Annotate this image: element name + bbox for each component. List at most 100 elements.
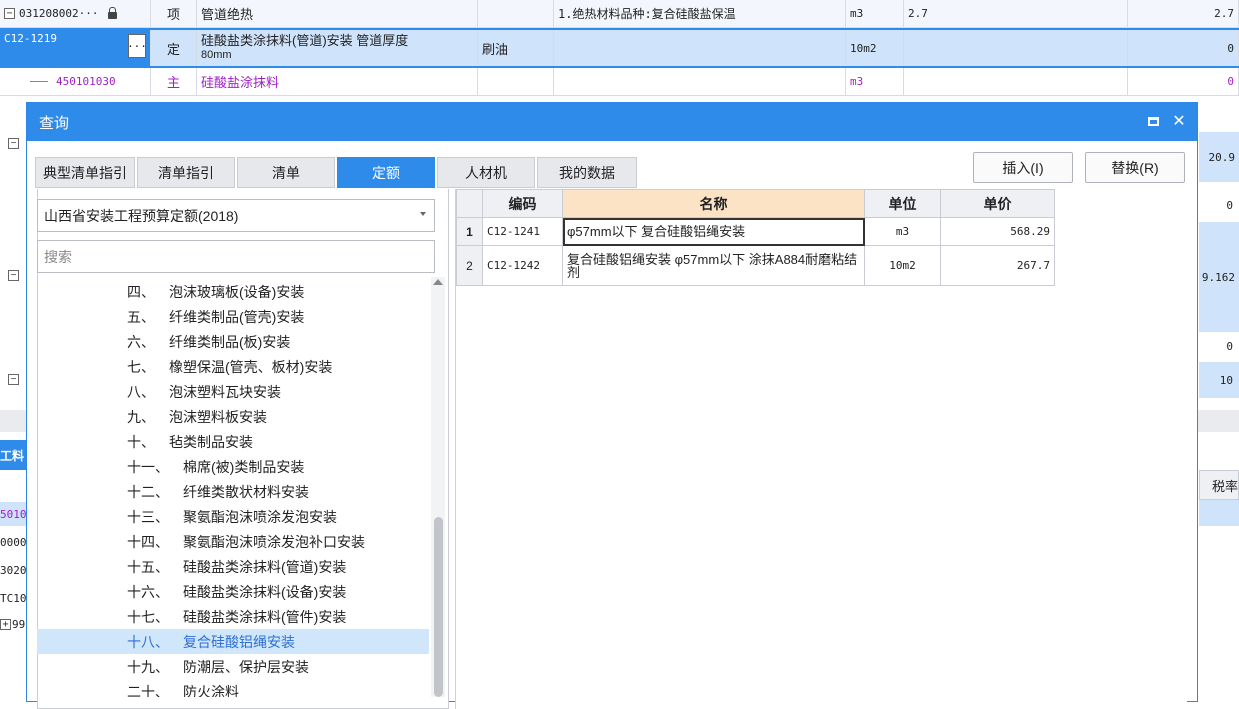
scroll-thumb[interactable] <box>434 517 443 697</box>
tree-item-number: 十一、 <box>127 458 169 475</box>
tree-item-label: 毡类制品安装 <box>169 433 253 450</box>
collapse-icon[interactable]: − <box>8 138 19 149</box>
dialog-titlebar[interactable]: 查询 ✕ <box>27 103 1197 141</box>
tree-item[interactable]: 四、 泡沫玻璃板(设备)安装 <box>37 279 429 304</box>
quota-result-area: 编码 名称 单位 单价 1 C12-1241 φ57mm以下 复合硅酸铝绳安装 … <box>455 189 1187 709</box>
row-code-cell[interactable]: C12-1219 ··· <box>0 30 151 66</box>
tab-bill[interactable]: 清单 <box>237 157 335 188</box>
tree-item-number: 八、 <box>127 383 155 400</box>
tree-item[interactable]: 二十、 防火涂料 <box>37 679 429 698</box>
collapse-icon[interactable]: − <box>4 8 15 19</box>
tree-item[interactable]: 六、 纤维类制品(板)安装 <box>37 329 429 354</box>
row-type: 主 <box>151 68 197 95</box>
tree-item-label: 泡沫塑料板安装 <box>169 408 267 425</box>
grid-row-selected[interactable]: C12-1219 ··· 定 硅酸盐类涂抹料(管道)安装 管道厚度 80mm 刷… <box>0 28 1239 68</box>
tree-item-number: 十五、 <box>127 558 169 575</box>
row-name[interactable]: φ57mm以下 复合硅酸铝绳安装 <box>562 217 865 246</box>
header-name[interactable]: 名称 <box>562 189 865 218</box>
tree-item[interactable]: 十四、 聚氨酯泡沫喷涂发泡补口安装 <box>37 529 429 554</box>
header-unit[interactable]: 单位 <box>864 189 941 218</box>
scroll-up-icon[interactable] <box>433 279 443 285</box>
row-name-thickness: 80mm <box>201 49 232 61</box>
quota-library-value: 山西省安装工程预算定额(2018) <box>44 207 239 224</box>
lower-code: 99 <box>12 617 26 631</box>
tree-item-number: 十九、 <box>127 658 169 675</box>
insert-button[interactable]: 插入(I) <box>973 152 1073 183</box>
row-index: 1 <box>456 217 483 246</box>
search-input[interactable] <box>37 240 435 273</box>
tree-item[interactable]: 七、 橡塑保温(管壳、板材)安装 <box>37 354 429 379</box>
tree-item[interactable]: 十八、 复合硅酸铝绳安装 <box>37 629 429 654</box>
ellipsis-button[interactable]: ··· <box>127 34 147 58</box>
row-price: 568.29 <box>940 217 1055 246</box>
expand-icon[interactable]: + <box>0 618 11 630</box>
row-unit: 10m2 <box>864 245 941 286</box>
tree-item[interactable]: 十三、 聚氨酯泡沫喷涂发泡安装 <box>37 504 429 529</box>
row-qty <box>904 68 1128 95</box>
tree-item[interactable]: 十二、 纤维类散状材料安装 <box>37 479 429 504</box>
row-feature <box>554 30 846 66</box>
tree-item-number: 十四、 <box>127 533 169 550</box>
row-remark <box>478 0 554 27</box>
tree-item[interactable]: 九、 泡沫塑料板安装 <box>37 404 429 429</box>
tree-item-number: 五、 <box>127 308 155 325</box>
row-code: 031208002··· <box>19 7 99 20</box>
tree-item[interactable]: 十六、 硅酸盐类涂抹料(设备)安装 <box>37 579 429 604</box>
dialog-tabs: 典型清单指引 清单指引 清单 定额 人材机 我的数据 <box>35 157 639 188</box>
tab-quota[interactable]: 定额 <box>337 157 435 188</box>
tab-my-data[interactable]: 我的数据 <box>537 157 637 188</box>
header-price[interactable]: 单价 <box>940 189 1055 218</box>
collapse-icon[interactable]: − <box>8 374 19 385</box>
row-code-cell[interactable]: − 031208002··· <box>0 0 151 27</box>
side-value: 9.162 <box>1199 222 1239 332</box>
tree-item[interactable]: 十七、 硅酸盐类涂抹料(管件)安装 <box>37 604 429 629</box>
chevron-down-icon <box>420 212 426 216</box>
tree-item[interactable]: 十九、 防潮层、保护层安装 <box>37 654 429 679</box>
tab-labor-material-machine[interactable]: 人材机 <box>437 157 535 188</box>
tree-item[interactable]: 八、 泡沫塑料瓦块安装 <box>37 379 429 404</box>
row-name: 硅酸盐类涂抹料(管道)安装 管道厚度 <box>201 33 409 48</box>
tree-item[interactable]: 十五、 硅酸盐类涂抹料(管道)安装 <box>37 554 429 579</box>
tree-item-number: 十七、 <box>127 608 169 625</box>
tab-bill-guide[interactable]: 清单指引 <box>137 157 235 188</box>
tree-item[interactable]: 十、 毡类制品安装 <box>37 429 429 454</box>
tree-item-label: 泡沫塑料瓦块安装 <box>169 383 281 400</box>
tree-item[interactable]: 五、 纤维类制品(管壳)安装 <box>37 304 429 329</box>
replace-button[interactable]: 替换(R) <box>1085 152 1185 183</box>
grid-row[interactable]: − 031208002··· 项 管道绝热 1.绝热材料品种:复合硅酸盐保温 m… <box>0 0 1239 28</box>
table-row[interactable]: 2 C12-1242 复合硅酸铝绳安装 φ57mm以下 涂抹A884耐磨粘结剂 … <box>456 245 1055 286</box>
row-total: 0 <box>1128 68 1239 95</box>
table-header-row: 编码 名称 单位 单价 <box>456 189 1055 218</box>
tree-item-label: 棉席(被)类制品安装 <box>183 458 305 475</box>
lower-code: 5010 <box>0 502 26 526</box>
header-code[interactable]: 编码 <box>482 189 563 218</box>
row-name: 硅酸盐涂抹料 <box>197 68 478 95</box>
row-type: 项 <box>151 0 197 27</box>
table-row[interactable]: 1 C12-1241 φ57mm以下 复合硅酸铝绳安装 m3 568.29 <box>456 217 1055 246</box>
row-code-cell[interactable]: 450101030 <box>0 68 151 95</box>
tree-scrollbar[interactable] <box>431 277 445 697</box>
tab-typical-bill-guide[interactable]: 典型清单指引 <box>35 157 135 188</box>
collapse-icon[interactable]: − <box>8 270 19 281</box>
row-code: C12-1242 <box>482 245 563 286</box>
lower-code: TC10 <box>0 591 26 605</box>
quota-library-select[interactable]: 山西省安装工程预算定额(2018) <box>37 199 435 232</box>
grid-row[interactable]: 450101030 主 硅酸盐涂抹料 m3 0 <box>0 68 1239 96</box>
tree-item-label: 纤维类散状材料安装 <box>183 483 309 500</box>
lower-pane-tab[interactable]: 工料 <box>0 440 26 470</box>
tree-item-label: 复合硅酸铝绳安装 <box>183 633 295 650</box>
side-value: 10 <box>1199 362 1239 398</box>
tree-item-number: 十、 <box>127 433 155 450</box>
tree-item-label: 聚氨酯泡沫喷涂发泡补口安装 <box>183 533 365 550</box>
tree-item-label: 纤维类制品(板)安装 <box>169 333 291 350</box>
row-name[interactable]: 复合硅酸铝绳安装 φ57mm以下 涂抹A884耐磨粘结剂 <box>562 245 865 286</box>
close-icon[interactable]: ✕ <box>1171 113 1187 130</box>
maximize-icon[interactable] <box>1145 113 1161 129</box>
row-feature: 1.绝热材料品种:复合硅酸盐保温 <box>554 0 846 27</box>
header-index <box>456 189 483 218</box>
tree-item-number: 十八、 <box>127 633 169 650</box>
lower-row-highlight <box>1199 500 1239 526</box>
side-value: 0 <box>1226 198 1233 212</box>
tree-item[interactable]: 十一、 棉席(被)类制品安装 <box>37 454 429 479</box>
row-unit: m3 <box>864 217 941 246</box>
